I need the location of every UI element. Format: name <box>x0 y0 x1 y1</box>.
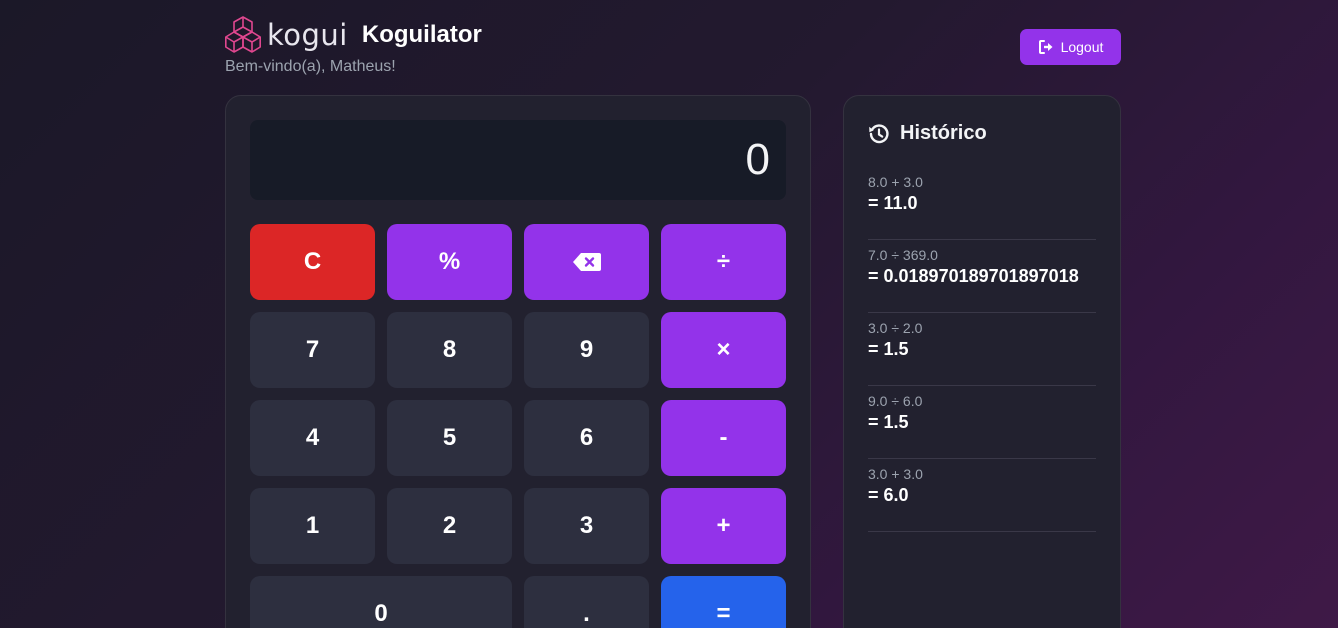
digit-3-button[interactable]: 3 <box>524 488 649 564</box>
logout-icon <box>1038 40 1053 54</box>
kogui-logo-icon <box>225 16 261 53</box>
logo-wordmark: kogui <box>267 18 348 52</box>
history-expression: 7.0 ÷ 369.0 <box>868 247 938 263</box>
minus-button[interactable]: - <box>661 400 786 476</box>
history-panel: Histórico 8.0 + 3.0 = 11.0 7.0 ÷ 369.0 =… <box>843 95 1121 628</box>
divide-button[interactable]: ÷ <box>661 224 786 300</box>
welcome-message: Bem-vindo(a), Matheus! <box>225 58 396 75</box>
digit-5-button[interactable]: 5 <box>387 400 512 476</box>
history-title: Histórico <box>900 122 987 144</box>
logout-label: Logout <box>1060 39 1104 55</box>
digit-2-button[interactable]: 2 <box>387 488 512 564</box>
history-result: = 1.5 <box>868 339 909 359</box>
multiply-button[interactable]: × <box>661 312 786 388</box>
history-expression: 3.0 + 3.0 <box>868 466 923 482</box>
digit-8-button[interactable]: 8 <box>387 312 512 388</box>
digit-4-button[interactable]: 4 <box>250 400 375 476</box>
history-expression: 8.0 + 3.0 <box>868 174 923 190</box>
history-result: = 1.5 <box>868 412 909 432</box>
app-title: Koguilator <box>361 21 482 48</box>
history-result: = 0.018970189701897018 <box>868 266 1079 286</box>
history-expression: 3.0 ÷ 2.0 <box>868 320 923 336</box>
digit-7-button[interactable]: 7 <box>250 312 375 388</box>
history-result: = 11.0 <box>868 193 918 213</box>
backspace-icon <box>572 253 601 271</box>
history-item[interactable]: 9.0 ÷ 6.0 = 1.5 <box>868 387 1096 459</box>
logout-button[interactable]: Logout <box>1020 29 1121 65</box>
history-item[interactable]: 8.0 + 3.0 = 11.0 <box>868 168 1096 240</box>
equals-button[interactable]: = <box>661 576 786 628</box>
history-list: 8.0 + 3.0 = 11.0 7.0 ÷ 369.0 = 0.0189701… <box>868 168 1096 533</box>
history-expression: 9.0 ÷ 6.0 <box>868 393 923 409</box>
history-item[interactable]: 3.0 ÷ 2.0 = 1.5 <box>868 314 1096 386</box>
calculator-display: 0 <box>250 120 786 200</box>
history-icon <box>869 123 889 143</box>
history-result: = 6.0 <box>868 485 909 505</box>
history-header: Histórico <box>868 122 987 145</box>
decimal-point-button[interactable]: . <box>524 576 649 628</box>
history-item[interactable]: 7.0 ÷ 369.0 = 0.018970189701897018 <box>868 241 1096 313</box>
plus-button[interactable]: + <box>661 488 786 564</box>
history-item[interactable]: 3.0 + 3.0 = 6.0 <box>868 460 1096 532</box>
digit-9-button[interactable]: 9 <box>524 312 649 388</box>
digit-0-button[interactable]: 0 <box>250 576 512 628</box>
backspace-button[interactable] <box>524 224 649 300</box>
brand: kogui Koguilator <box>225 14 482 56</box>
clear-button[interactable]: C <box>250 224 375 300</box>
percent-button[interactable]: % <box>387 224 512 300</box>
calculator-panel: 0 C % ÷ 7 8 9 × 4 5 6 - 1 2 3 + 0 . = <box>225 95 811 628</box>
digit-1-button[interactable]: 1 <box>250 488 375 564</box>
header: kogui Koguilator Bem-vindo(a), Matheus! … <box>225 14 1121 80</box>
digit-6-button[interactable]: 6 <box>524 400 649 476</box>
